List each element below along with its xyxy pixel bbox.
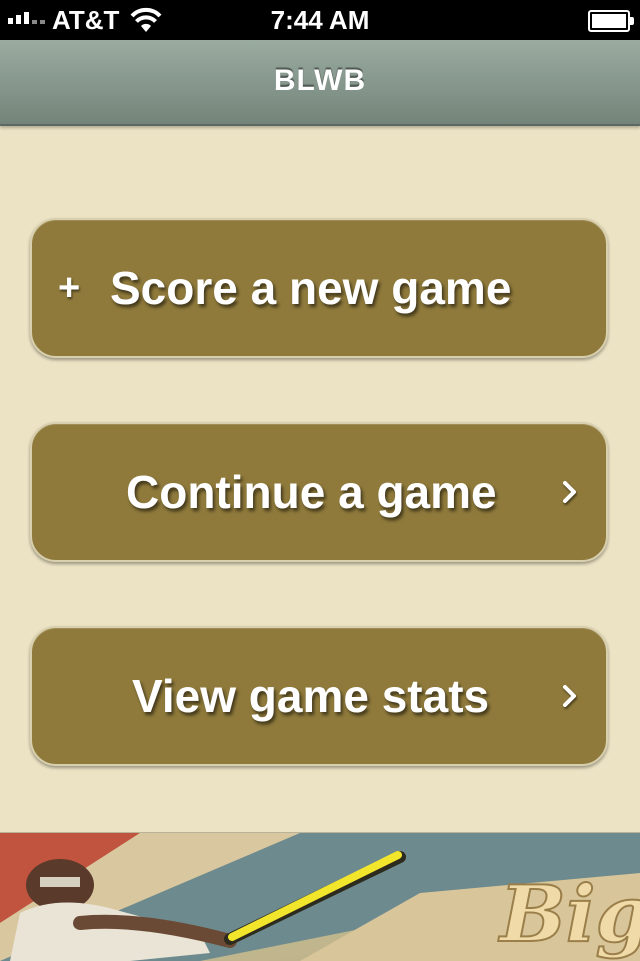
view-game-stats-label: View game stats (132, 670, 490, 722)
continue-game-label: Continue a game (126, 466, 497, 518)
score-new-game-button[interactable]: + Score a new game (30, 218, 608, 358)
banner-ad[interactable]: Big (0, 832, 640, 961)
plus-icon: + (58, 266, 81, 309)
banner-script-text: Big (498, 869, 640, 960)
baseball-batter-illustration: Big (0, 833, 640, 961)
continue-game-button[interactable]: Continue a game (30, 422, 608, 562)
page-title: BLWB (273, 64, 367, 97)
battery-icon (588, 10, 634, 32)
score-new-game-label: Score a new game (110, 262, 512, 314)
navigation-bar: BLWB (0, 40, 640, 126)
status-bar: AT&T 7:44 AM (0, 0, 640, 40)
status-time: 7:44 AM (270, 5, 370, 35)
view-game-stats-button[interactable]: View game stats (30, 626, 608, 766)
chevron-right-icon (562, 424, 578, 560)
chevron-right-icon (562, 628, 578, 764)
